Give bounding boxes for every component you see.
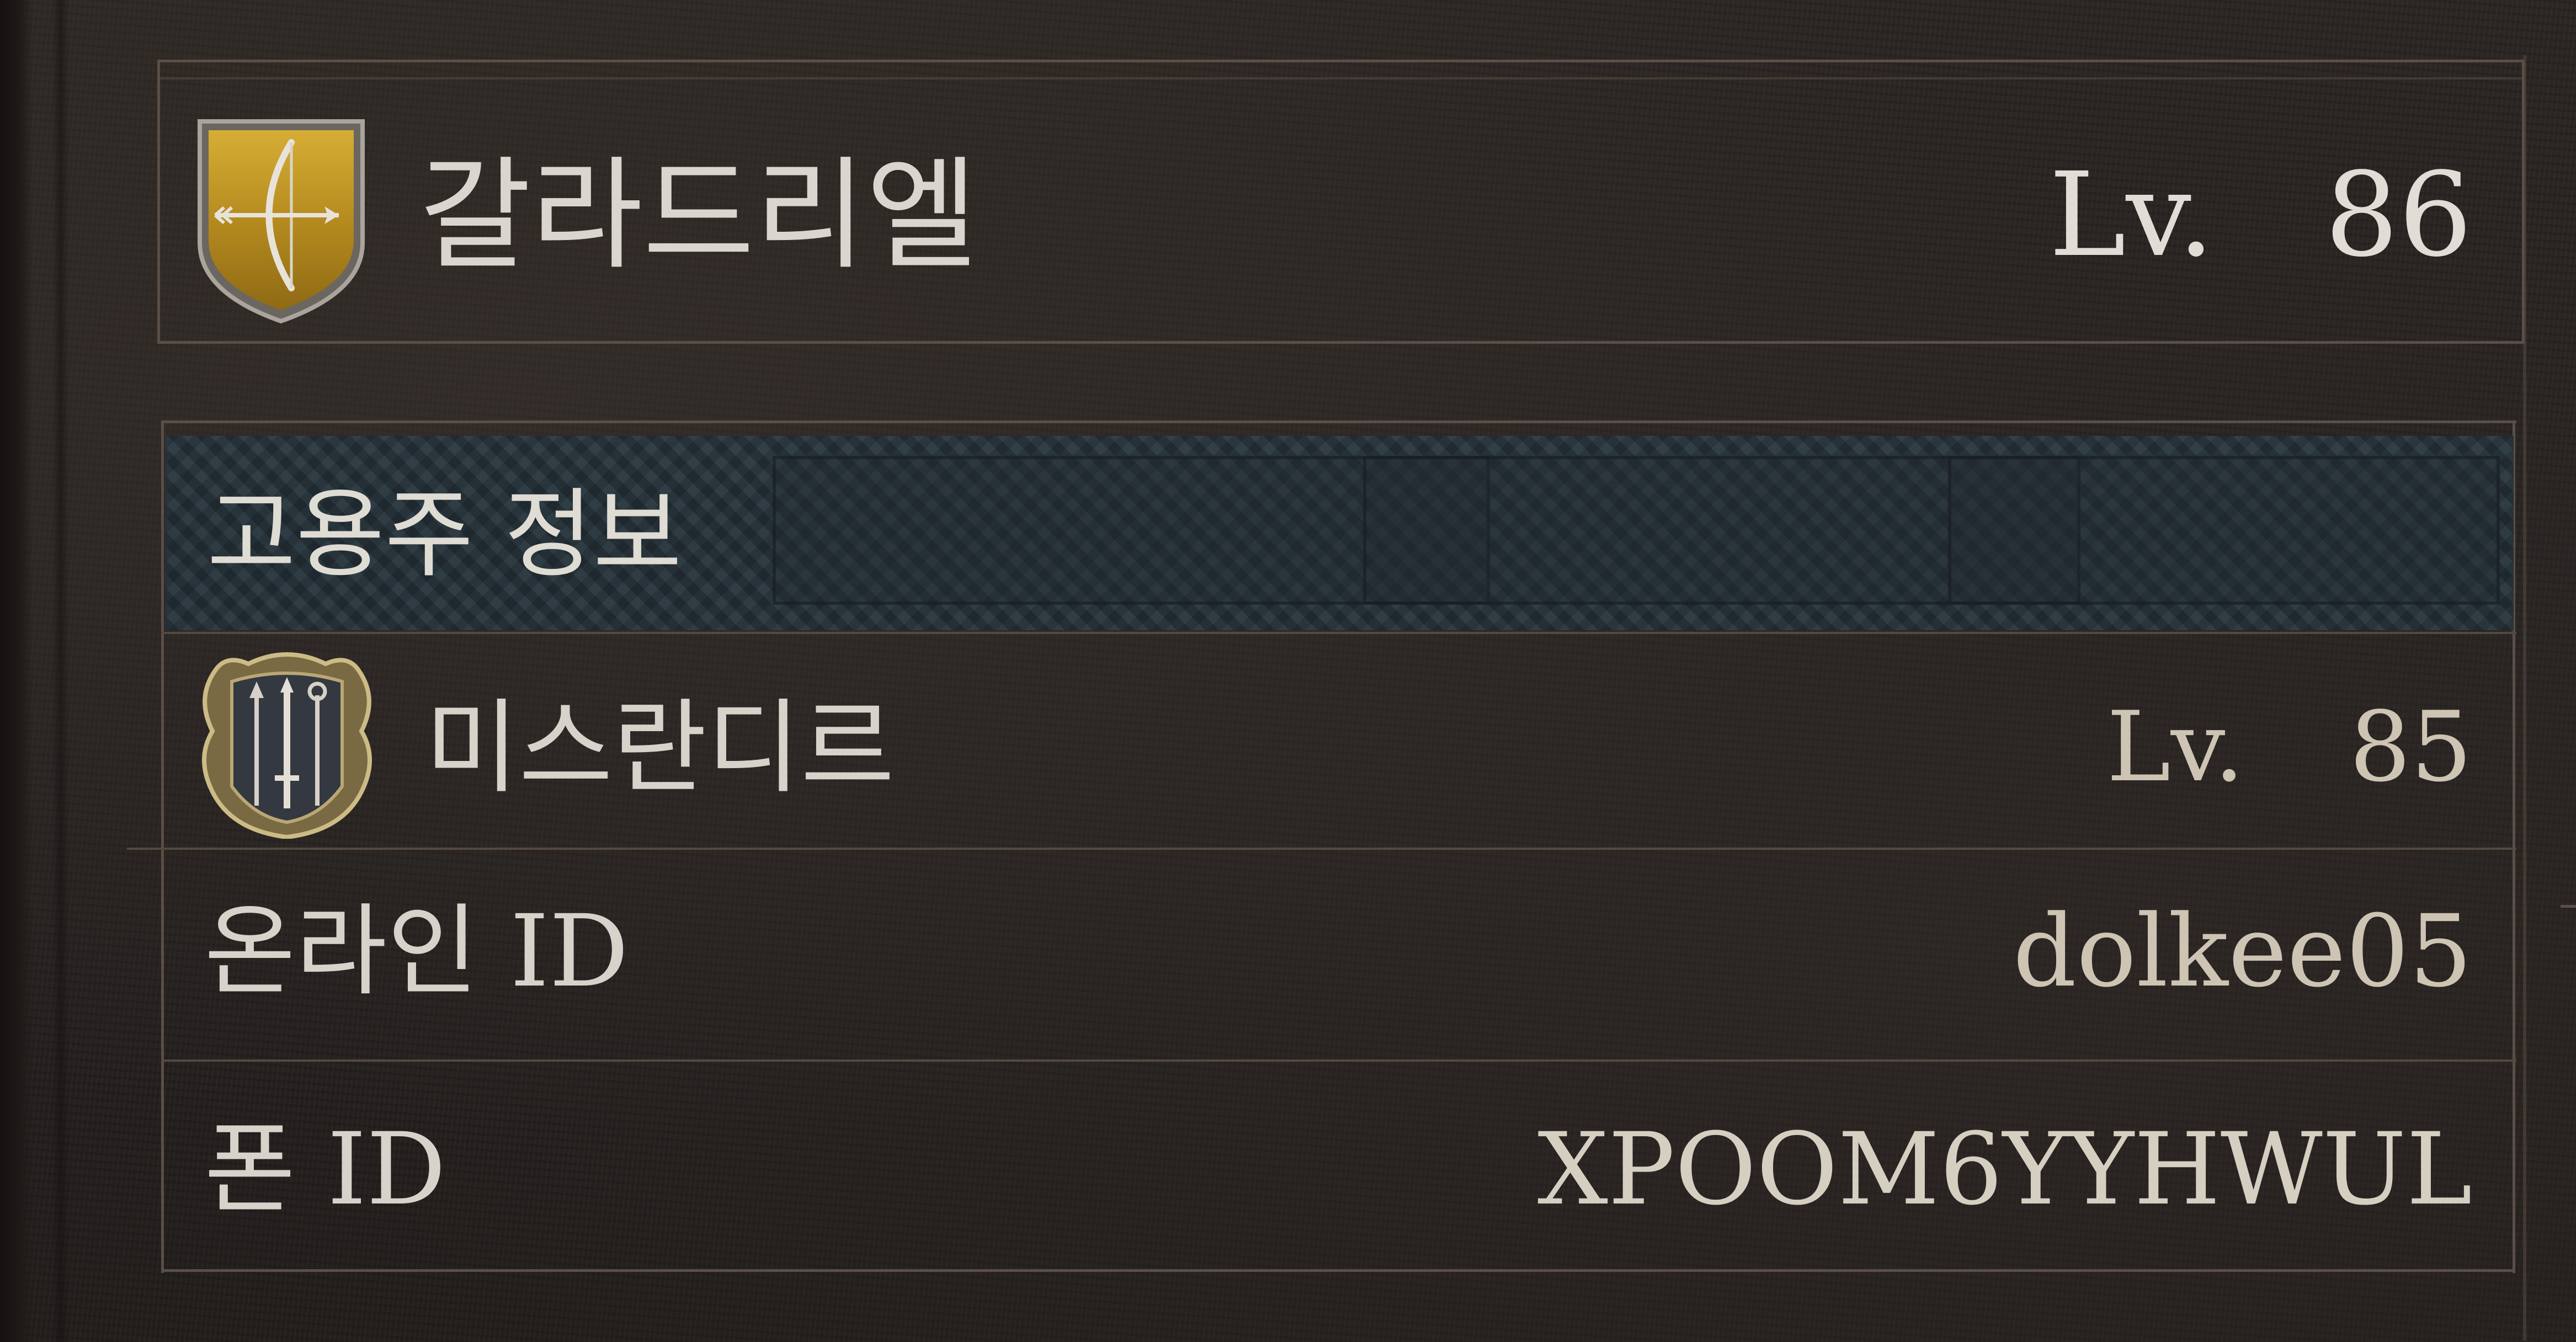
left-border-shadow (52, 0, 69, 1342)
header-right-border (2522, 60, 2525, 344)
section-title: 고용주 정보 (207, 479, 682, 591)
row-divider (127, 848, 2516, 850)
online-id-value: dolkee05 (2013, 894, 2472, 1009)
header-top-inner-border (157, 77, 2525, 79)
header-bottom-border (157, 341, 2525, 344)
employer-level-label: Lv. (2106, 691, 2245, 803)
phone-id-value: XPOOM6YYHWUL (1537, 1112, 2472, 1227)
character-level-label: Lv. (2048, 147, 2215, 283)
phone-id-label: 폰 ID (204, 1112, 446, 1227)
character-name: 갈라드리엘 (419, 145, 978, 286)
character-level: Lv. 86 (2049, 138, 2472, 292)
online-id-label: 온라인 ID (204, 894, 629, 1009)
row-divider (161, 1059, 2516, 1062)
header-left-border (157, 60, 160, 344)
section-header-bottom-border (161, 632, 2516, 634)
employer-level: Lv. 85 (2106, 679, 2472, 817)
panel-top-border (161, 420, 2516, 423)
panel-bottom-border (161, 1269, 2515, 1272)
employer-name: 미스란디르 (425, 688, 895, 807)
weapons-crest-icon (202, 652, 372, 839)
left-border (0, 0, 33, 1342)
panel-left-border (161, 420, 164, 1273)
right-tick-mark (2561, 905, 2576, 908)
band-ornament-panel (1948, 456, 2500, 605)
character-level-value: 86 (2324, 147, 2472, 283)
bow-shield-icon (198, 119, 365, 324)
header-top-border (157, 60, 2525, 62)
employer-level-value: 85 (2349, 691, 2472, 803)
